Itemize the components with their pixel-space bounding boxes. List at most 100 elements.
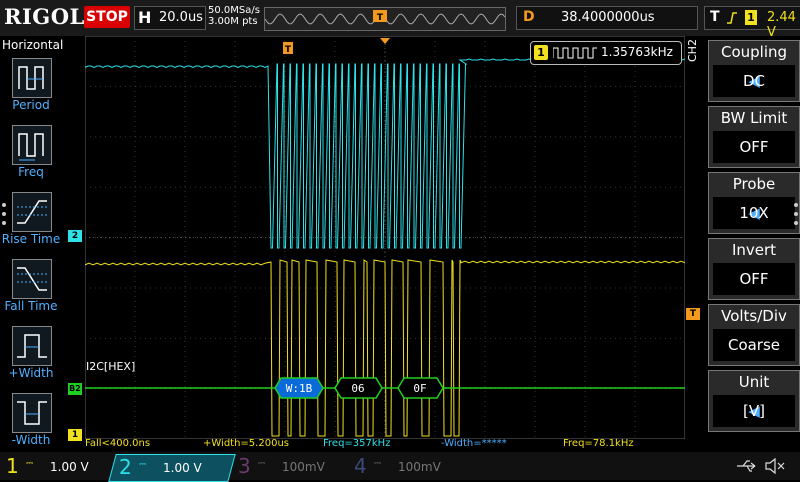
probe-title: Probe	[732, 175, 776, 193]
positive-width-button[interactable]	[12, 326, 52, 366]
bw-limit-title: BW Limit	[720, 109, 788, 127]
dc-coupling-icon: ⎓	[26, 459, 34, 469]
fall-edge-icon	[17, 267, 47, 291]
trigger-level-marker[interactable]: T	[686, 308, 700, 320]
freq-icon	[18, 133, 44, 161]
decode-packet-w1b[interactable]: W:1B	[274, 377, 324, 399]
counter-channel-badge: 1	[534, 45, 548, 60]
ch1-number: 1	[6, 454, 19, 478]
fall-time-button[interactable]	[12, 259, 52, 299]
ch2-offset-marker[interactable]: 2	[68, 230, 82, 242]
delay-value: 38.4000000us	[561, 10, 655, 25]
bus-offset-marker[interactable]: B2	[68, 383, 82, 395]
ch4-number: 4	[354, 454, 367, 478]
horizontal-measure-menu: Horizontal Period Freq Rise Time Fall Ti…	[0, 36, 64, 452]
channel-status-bar: 1 ⎓ 1.00 V 2 ⎓ 1.00 V 3 ⎓ 100mV 4 ⎓ 100m…	[0, 452, 800, 482]
timebase-box[interactable]: H 20.0us	[134, 6, 206, 30]
measure-negative-width: -Width=*****	[441, 438, 507, 449]
ch1-offset-marker[interactable]: 1	[68, 429, 82, 441]
volts-div-value: Coarse	[727, 336, 781, 354]
rise-time-button[interactable]	[12, 192, 52, 232]
bw-limit-softkey[interactable]: BW Limit OFF	[708, 106, 800, 168]
decode-label: I2C[HEX]	[86, 360, 136, 373]
menu-page-dots-icon	[2, 203, 6, 225]
ch1-scale: 1.00 V	[50, 460, 89, 474]
rise-edge-icon	[17, 200, 47, 224]
negative-width-label: -Width	[11, 433, 51, 447]
waveform-display[interactable]: W:1B 06 0F T	[85, 36, 685, 439]
probe-value: 10X	[739, 204, 769, 222]
trigger-key: T	[710, 9, 720, 25]
horizontal-key: H	[138, 8, 152, 27]
trigger-marker-text: T	[285, 45, 292, 55]
waveform-overview-bar[interactable]: T	[264, 7, 506, 31]
square-wave-icon	[553, 47, 597, 59]
volts-div-softkey[interactable]: Volts/Div Coarse	[708, 304, 800, 366]
measure-freq-ch1: Freq=78.1kHz	[563, 438, 634, 449]
coupling-value: DC	[742, 72, 766, 90]
period-label: Period	[12, 98, 50, 112]
period-button[interactable]	[12, 58, 52, 98]
measure-fall-time: Fall<400.0ns	[85, 438, 151, 449]
fall-time-label: Fall Time	[4, 299, 58, 313]
negative-width-button[interactable]	[12, 393, 52, 433]
decode-packet-text: W:1B	[286, 382, 313, 395]
menu-title: Horizontal	[2, 38, 64, 52]
brand-logo: RIGOL	[4, 4, 85, 29]
freq-button[interactable]	[12, 125, 52, 165]
unit-value: [V]	[743, 402, 765, 420]
speaker-muted-icon[interactable]	[764, 456, 786, 476]
volts-div-title: Volts/Div	[721, 307, 787, 325]
trigger-edge-icon	[727, 12, 737, 24]
dc-coupling-icon: ⎓	[139, 460, 147, 470]
negative-pulse-icon	[17, 401, 47, 425]
dc-coupling-icon: ⎓	[258, 459, 266, 469]
menu-channel-label: CH2	[686, 39, 699, 62]
invert-softkey[interactable]: Invert OFF	[708, 238, 800, 300]
decode-packet-06[interactable]: 06	[334, 377, 383, 399]
menu-page-dots-icon	[794, 203, 798, 225]
measure-positive-width: +Width=5.200us	[203, 438, 289, 449]
coupling-title: Coupling	[720, 43, 788, 61]
decode-packet-0f[interactable]: 0F	[397, 377, 444, 399]
ch2-number: 2	[119, 455, 132, 479]
sample-rate-readout: 50.0MSa/s 3.00M pts	[208, 5, 260, 27]
decode-packet-text: 06	[351, 382, 364, 395]
ch4-scale: 100mV	[398, 460, 441, 474]
ch2-tab[interactable]: 2 ⎓ 1.00 V	[108, 454, 236, 482]
period-icon	[18, 66, 44, 90]
run-stop-button[interactable]: STOP	[84, 6, 130, 28]
timebase-value: 20.0us	[159, 10, 203, 25]
ch4-tab[interactable]: 4 ⎓ 100mV	[348, 454, 460, 480]
memory-points: 3.00M pts	[208, 16, 258, 27]
trigger-position-marker[interactable]: T	[283, 42, 293, 55]
positive-width-label: +Width	[8, 366, 54, 380]
decode-packet-text: 0F	[413, 382, 426, 395]
ch2-scale: 1.00 V	[163, 461, 202, 475]
overview-trigger-marker: T	[377, 13, 384, 23]
unit-title: Unit	[738, 373, 770, 391]
trigger-box[interactable]: T 1 2.44 V	[704, 6, 800, 40]
probe-softkey[interactable]: Probe ◀ 10X	[708, 172, 800, 234]
delay-box[interactable]: D 38.4000000us	[516, 6, 698, 30]
dc-coupling-icon: ⎓	[374, 459, 382, 469]
sample-rate: 50.0MSa/s	[208, 5, 260, 16]
freq-label: Freq	[18, 165, 44, 179]
bw-limit-value: OFF	[739, 138, 769, 156]
measure-freq-ch2: Freq=357kHz	[323, 438, 391, 449]
coupling-softkey[interactable]: Coupling ◀ DC	[708, 40, 800, 102]
usb-icon	[737, 460, 756, 472]
channel-settings-menu: Coupling ◀ DC BW Limit OFF Probe ◀ 10X Inv…	[704, 36, 800, 452]
overview-sine-icon: T	[264, 10, 506, 25]
ch3-tab[interactable]: 3 ⎓ 100mV	[232, 454, 344, 480]
frequency-counter: 1 1.35763kHz	[530, 41, 682, 65]
ch1-tab[interactable]: 1 ⎓ 1.00 V	[0, 454, 112, 480]
positive-pulse-icon	[17, 334, 47, 358]
unit-softkey[interactable]: Unit ◀ [V]	[708, 370, 800, 432]
invert-title: Invert	[731, 241, 777, 259]
invert-value: OFF	[739, 270, 769, 288]
delay-key: D	[523, 9, 535, 25]
ch3-scale: 100mV	[282, 460, 325, 474]
rise-time-label: Rise Time	[1, 232, 61, 246]
ch3-number: 3	[238, 454, 251, 478]
